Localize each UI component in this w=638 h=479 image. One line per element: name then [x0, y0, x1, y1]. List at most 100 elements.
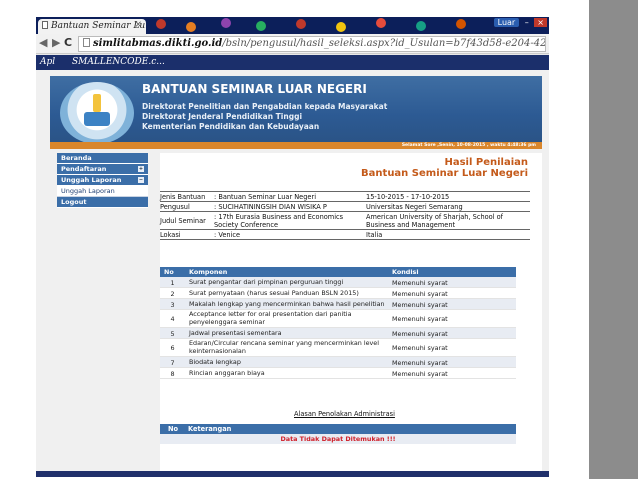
bookmark-item[interactable]: SMALLENCODE.c... [72, 57, 165, 67]
sidebar-item-label: Beranda [61, 154, 92, 162]
back-icon[interactable]: ◀ [39, 36, 47, 49]
decor-flower [186, 22, 196, 32]
page-footer-strip [36, 471, 549, 477]
window-controls: Luar – × [491, 18, 547, 27]
heading-bantuan: Bantuan Seminar Luar Negeri [361, 168, 528, 179]
sidebar-item-label: Unggah Laporan [61, 187, 115, 195]
reload-icon[interactable]: C [64, 36, 72, 49]
info-row-lokasi: Lokasi : Venice Italia [160, 230, 530, 240]
alasan-table: No Keterangan Data Tidak Dapat Ditemukan… [160, 424, 516, 444]
cell-kondisi: Memenuhi syarat [392, 370, 448, 378]
info-value: : SUCIHATININGSIH DIAN WISIKA P [214, 203, 327, 211]
site-banner: BANTUAN SEMINAR LUAR NEGERI Direktorat P… [50, 76, 542, 149]
background-panel [589, 0, 638, 479]
cell-kondisi: Memenuhi syarat [392, 330, 448, 338]
web-page: BANTUAN SEMINAR LUAR NEGERI Direktorat P… [36, 70, 549, 477]
decor-flower [456, 19, 466, 29]
close-window-icon[interactable]: × [534, 18, 547, 27]
sidebar-item-unggah-laporan[interactable]: Unggah Laporan − [57, 175, 148, 186]
info-label: Judul Seminar [160, 217, 206, 225]
cell-no: 6 [170, 344, 175, 352]
expand-icon[interactable]: + [138, 166, 144, 172]
decor-flower [296, 19, 306, 29]
main-content: Hasil Penilaian Bantuan Seminar Luar Neg… [160, 153, 542, 473]
cell-komponen: Surat pernyataan (harus sesuai Panduan B… [189, 289, 359, 297]
cell-no: 2 [170, 290, 175, 298]
table-header: No Komponen Kondisi [160, 267, 516, 277]
page-heading: Hasil Penilaian Bantuan Seminar Luar Neg… [361, 157, 528, 179]
screenshot-stage: Bantuan Seminar Lu: × Luar – × ◀ ▶ C sim… [0, 0, 638, 479]
cell-no: 7 [170, 359, 175, 367]
sidebar-item-pendaftaran[interactable]: Pendaftaran + [57, 164, 148, 175]
info-value: : Bantuan Seminar Luar Negeri [214, 193, 317, 201]
column-header-kondisi: Kondisi [392, 268, 419, 276]
table-row: 3 Makalah lengkap yang mencerminkan bahwa… [160, 299, 516, 310]
tab-bar: Bantuan Seminar Lu: × Luar – × [36, 17, 549, 34]
close-tab-icon[interactable]: × [134, 20, 142, 30]
banner-line-1: Direktorat Penelitian dan Pengabdian kep… [142, 102, 388, 111]
banner-title: BANTUAN SEMINAR LUAR NEGERI [142, 82, 367, 96]
banner-line-2: Direktorat Jenderal Pendidikan Tinggi [142, 112, 303, 121]
bookmark-apps[interactable]: Apl [40, 57, 55, 67]
column-header-no: No [168, 425, 179, 433]
kemdikbud-logo-icon [60, 82, 134, 144]
info-value: American University of Sharjah, School o… [366, 213, 503, 229]
address-bar: ◀ ▶ C simlitabmas.dikti.go.id/bsln/pengu… [36, 34, 549, 54]
greeting-text: Selamat Sore ,Senin, 10-08-2015 , waktu … [401, 143, 536, 148]
info-value: : Venice [214, 231, 241, 239]
bookmarks-bar: Apl SMALLENCODE.c... [36, 55, 549, 70]
browser-tab[interactable]: Bantuan Seminar Lu: × [38, 19, 146, 34]
sidebar-item-label: Pendaftaran [61, 165, 107, 173]
decor-flower [156, 19, 166, 29]
info-row-jenis: Jenis Bantuan : Bantuan Seminar Luar Neg… [160, 192, 530, 202]
table-row: 5 Jadwal presentasi sementara Memenuhi sya… [160, 328, 516, 339]
minimize-icon[interactable]: – [525, 18, 529, 27]
cell-komponen: Surat pengantar dari pimpinan perguruan … [189, 278, 344, 286]
info-label: Pengusul [160, 203, 190, 211]
info-row-judul: Judul Seminar : 17th Eurasia Business an… [160, 212, 530, 230]
table-header: No Keterangan [160, 424, 516, 434]
cell-komponen: Biodata lengkap [189, 358, 241, 366]
cell-komponen: Acceptance letter for oral presentation … [189, 310, 352, 326]
url-domain: simlitabmas.dikti.go.id [93, 38, 223, 49]
url-input[interactable]: simlitabmas.dikti.go.id/bsln/pengusul/ha… [78, 36, 546, 52]
table-row: 4 Acceptance letter for oral presentation… [160, 310, 516, 328]
info-value: 15-10-2015 - 17-10-2015 [366, 193, 450, 201]
logo-book [84, 112, 110, 126]
sidebar-item-label: Logout [61, 198, 87, 206]
sidebar-item-beranda[interactable]: Beranda [57, 153, 148, 164]
column-header-komponen: Komponen [189, 268, 228, 276]
column-header-keterangan: Keterangan [188, 425, 232, 433]
cell-no: 3 [170, 301, 175, 309]
tab-title: Bantuan Seminar Lu: [51, 21, 146, 31]
page-icon [83, 38, 90, 47]
browser-window: Bantuan Seminar Lu: × Luar – × ◀ ▶ C sim… [36, 17, 549, 477]
cell-kondisi: Memenuhi syarat [392, 290, 448, 298]
sidebar-menu: Beranda Pendaftaran + Unggah Laporan − Ung… [57, 153, 148, 208]
cell-kondisi: Memenuhi syarat [392, 359, 448, 367]
profile-button[interactable]: Luar [493, 18, 520, 27]
decor-flower [416, 21, 426, 31]
sidebar-item-logout[interactable]: Logout [57, 197, 148, 208]
decor-flower [256, 21, 266, 31]
cell-kondisi: Memenuhi syarat [392, 279, 448, 287]
forward-icon[interactable]: ▶ [52, 36, 60, 49]
decor-flower [376, 18, 386, 28]
info-row-pengusul: Pengusul : SUCIHATININGSIH DIAN WISIKA P… [160, 202, 530, 212]
collapse-icon[interactable]: − [138, 177, 144, 183]
cell-no: 5 [170, 330, 175, 338]
alasan-title[interactable]: Alasan Penolakan Administrasi [294, 410, 395, 418]
sidebar-subitem-unggah-laporan[interactable]: Unggah Laporan [57, 186, 148, 197]
table-row: 8 Rincian anggaran biaya Memenuhi syarat [160, 368, 516, 379]
decor-flower [336, 22, 346, 32]
table-row: 2 Surat pernyataan (harus sesuai Panduan … [160, 288, 516, 299]
table-row: 1 Surat pengantar dari pimpinan perguruan… [160, 277, 516, 288]
table-body: 1 Surat pengantar dari pimpinan perguruan… [160, 277, 516, 379]
table-row: 7 Biodata lengkap Memenuhi syarat [160, 357, 516, 368]
column-header-no: No [164, 268, 174, 276]
sidebar-item-label: Unggah Laporan [61, 176, 122, 184]
info-label: Jenis Bantuan [160, 193, 206, 201]
cell-komponen: Edaran/Circular rencana seminar yang men… [189, 339, 380, 355]
komponen-table: No Komponen Kondisi 1 Surat pengantar dar… [160, 267, 516, 379]
cell-no: 1 [170, 279, 175, 287]
